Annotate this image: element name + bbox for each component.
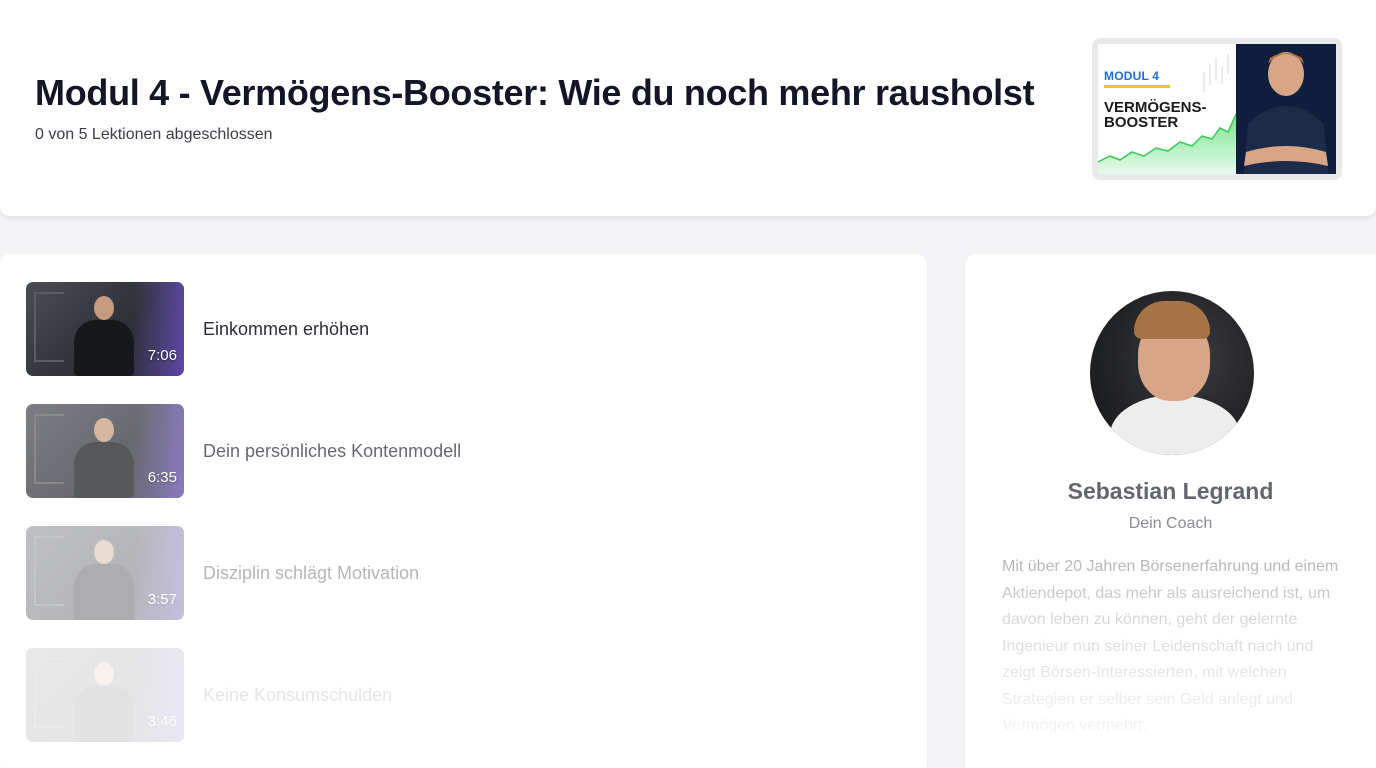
lesson-item[interactable]: 7:06 Einkommen erhöhen (26, 282, 906, 376)
avatar-collar (1110, 395, 1240, 455)
module-thumbnail: MODUL 4 VERMÖGENS-BOOSTER (1092, 38, 1342, 180)
lesson-item[interactable]: 3:57 Disziplin schlägt Motivation (26, 526, 906, 620)
lesson-video-thumbnail[interactable]: 6:35 (26, 404, 184, 498)
thumbnail-presenter-head (94, 418, 114, 442)
lesson-duration: 3:46 (147, 713, 177, 730)
coach-silhouette-icon (1236, 44, 1336, 174)
avatar-hair (1134, 301, 1210, 339)
lesson-video-thumbnail[interactable]: 3:46 (26, 648, 184, 742)
coach-bio: Mit über 20 Jahren Börsenerfahrung und e… (1002, 558, 1339, 734)
lesson-title[interactable]: Einkommen erhöhen (203, 319, 369, 340)
lesson-duration: 7:06 (147, 347, 177, 364)
module-header: Modul 4 - Vermögens-Booster: Wie du noch… (0, 0, 1376, 216)
thumbnail-shelf (34, 292, 64, 362)
lesson-item[interactable]: 3:46 Keine Konsumschulden (26, 648, 906, 742)
lesson-video-thumbnail[interactable]: 7:06 (26, 282, 184, 376)
thumbnail-shelf (34, 414, 64, 484)
thumbnail-presenter-body (74, 320, 134, 376)
coach-avatar (1090, 291, 1254, 455)
lesson-item[interactable]: 6:35 Dein persönliches Kontenmodell (26, 404, 906, 498)
thumbnail-label-big: VERMÖGENS-BOOSTER (1104, 99, 1207, 131)
thumbnail-shelf (34, 658, 64, 728)
thumbnail-presenter-body (74, 442, 134, 498)
thumbnail-presenter-body (74, 564, 134, 620)
coach-name: Sebastian Legrand (1067, 478, 1274, 504)
lesson-duration: 3:57 (147, 591, 177, 608)
thumbnail-label-small: MODUL 4 (1104, 69, 1160, 83)
module-thumbnail-frame: MODUL 4 VERMÖGENS-BOOSTER (1098, 44, 1336, 174)
lesson-title[interactable]: Keine Konsumschulden (203, 685, 392, 706)
lesson-title[interactable]: Disziplin schlägt Motivation (203, 563, 419, 584)
thumbnail-coach-photo (1236, 44, 1336, 174)
lesson-title[interactable]: Dein persönliches Kontenmodell (203, 441, 461, 462)
coach-role: Dein Coach (1128, 515, 1213, 532)
thumbnail-underline (1104, 85, 1170, 88)
thumbnail-presenter-body (74, 686, 134, 742)
thumbnail-presenter-head (94, 296, 114, 320)
module-title: Modul 4 - Vermögens-Booster: Wie du noch… (35, 72, 1035, 113)
lesson-duration: 6:35 (147, 469, 177, 486)
module-progress-text: 0 von 5 Lektionen abgeschlossen (35, 126, 273, 143)
thumbnail-presenter-head (94, 662, 114, 686)
coach-card: Sebastian Legrand Dein Coach Mit über 20… (965, 254, 1376, 768)
lesson-list: 7:06 Einkommen erhöhen 6:35 Dein persönl… (0, 254, 927, 768)
lesson-video-thumbnail[interactable]: 3:57 (26, 526, 184, 620)
thumbnail-presenter-head (94, 540, 114, 564)
thumbnail-shelf (34, 536, 64, 606)
